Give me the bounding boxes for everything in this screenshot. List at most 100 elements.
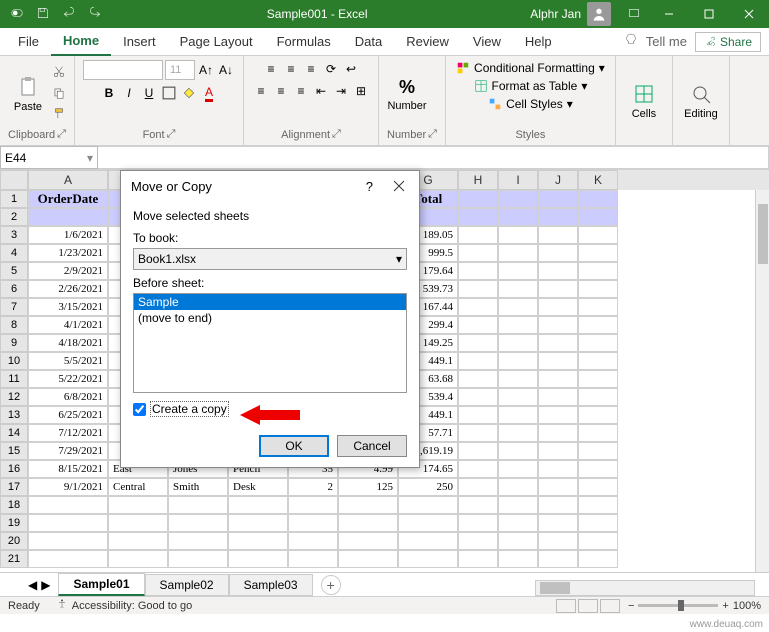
row-header[interactable]: 8 <box>0 316 28 334</box>
normal-view-icon[interactable] <box>556 599 576 613</box>
cell[interactable] <box>338 514 398 532</box>
cell[interactable] <box>538 334 578 352</box>
bold-icon[interactable]: B <box>100 84 118 102</box>
close-button[interactable] <box>729 0 769 28</box>
cell[interactable]: 6/25/2021 <box>28 406 108 424</box>
cell[interactable] <box>458 334 498 352</box>
cell[interactable] <box>458 316 498 334</box>
cell[interactable] <box>538 190 578 208</box>
cell[interactable] <box>578 532 618 550</box>
to-book-dropdown[interactable]: Book1.xlsx <box>133 248 407 270</box>
cell[interactable] <box>458 514 498 532</box>
cell[interactable]: 5/5/2021 <box>28 352 108 370</box>
cell[interactable] <box>538 460 578 478</box>
sheet-tab[interactable]: Sample02 <box>145 574 229 596</box>
cut-icon[interactable] <box>52 65 66 82</box>
cell[interactable] <box>538 532 578 550</box>
format-as-table-button[interactable]: Format as Table ▾ <box>474 78 588 94</box>
row-header[interactable]: 11 <box>0 370 28 388</box>
merge-center-icon[interactable]: ⊞ <box>352 82 370 100</box>
column-header[interactable]: H <box>458 170 498 190</box>
cell[interactable] <box>538 280 578 298</box>
decrease-indent-icon[interactable]: ⇤ <box>312 82 330 100</box>
cell-styles-button[interactable]: Cell Styles ▾ <box>488 96 573 112</box>
sheet-tab[interactable]: Sample03 <box>229 574 313 596</box>
row-header[interactable]: 21 <box>0 550 28 568</box>
formula-bar[interactable] <box>98 146 769 169</box>
dialog-close-button[interactable] <box>389 176 409 196</box>
cell[interactable]: 7/29/2021 <box>28 442 108 460</box>
undo-icon[interactable] <box>62 6 76 23</box>
cell[interactable]: 1/6/2021 <box>28 226 108 244</box>
cell[interactable] <box>578 244 618 262</box>
row-header[interactable]: 19 <box>0 514 28 532</box>
decrease-font-icon[interactable]: A↓ <box>217 61 235 79</box>
align-right-icon[interactable]: ≡ <box>292 82 310 100</box>
cell[interactable] <box>498 352 538 370</box>
cell[interactable] <box>338 496 398 514</box>
cell[interactable] <box>458 208 498 226</box>
cell[interactable] <box>578 262 618 280</box>
border-icon[interactable] <box>160 84 178 102</box>
row-header[interactable]: 15 <box>0 442 28 460</box>
cell[interactable] <box>578 208 618 226</box>
accessibility-status[interactable]: Accessibility: Good to go <box>72 600 192 612</box>
cell[interactable] <box>458 244 498 262</box>
wrap-text-icon[interactable]: ↩ <box>342 60 360 78</box>
maximize-button[interactable] <box>689 0 729 28</box>
cell[interactable] <box>168 532 228 550</box>
cell[interactable] <box>288 496 338 514</box>
cell[interactable] <box>538 370 578 388</box>
cell[interactable] <box>538 514 578 532</box>
cell[interactable] <box>538 262 578 280</box>
cell[interactable] <box>578 280 618 298</box>
cell[interactable] <box>538 226 578 244</box>
tab-help[interactable]: Help <box>513 28 564 56</box>
cell[interactable] <box>458 460 498 478</box>
cell[interactable] <box>498 550 538 568</box>
cell[interactable]: 7/12/2021 <box>28 424 108 442</box>
cell[interactable] <box>398 532 458 550</box>
cell[interactable] <box>578 370 618 388</box>
zoom-in-icon[interactable]: + <box>722 600 728 612</box>
minimize-button[interactable] <box>649 0 689 28</box>
cell[interactable] <box>578 442 618 460</box>
share-button[interactable]: Share <box>695 32 761 52</box>
conditional-formatting-button[interactable]: Conditional Formatting ▾ <box>456 60 605 76</box>
column-header[interactable]: K <box>578 170 618 190</box>
cell[interactable] <box>28 208 108 226</box>
cell[interactable] <box>458 496 498 514</box>
add-sheet-button[interactable]: + <box>321 575 341 595</box>
cell[interactable] <box>578 496 618 514</box>
align-middle-icon[interactable]: ≡ <box>282 60 300 78</box>
create-copy-label[interactable]: Create a copy <box>150 401 229 417</box>
row-header[interactable]: 2 <box>0 208 28 226</box>
cell[interactable] <box>458 298 498 316</box>
cell[interactable]: 1/23/2021 <box>28 244 108 262</box>
cell[interactable] <box>458 550 498 568</box>
font-color-icon[interactable]: A <box>200 84 218 102</box>
cell[interactable] <box>228 550 288 568</box>
cell[interactable]: 4/18/2021 <box>28 334 108 352</box>
cell[interactable] <box>578 352 618 370</box>
cell[interactable]: 4/1/2021 <box>28 316 108 334</box>
cell[interactable] <box>338 532 398 550</box>
cell[interactable]: OrderDate <box>28 190 108 208</box>
column-header[interactable]: A <box>28 170 108 190</box>
cell[interactable]: 6/8/2021 <box>28 388 108 406</box>
align-center-icon[interactable]: ≡ <box>272 82 290 100</box>
tab-view[interactable]: View <box>461 28 513 56</box>
increase-indent-icon[interactable]: ⇥ <box>332 82 350 100</box>
copy-icon[interactable] <box>52 86 66 103</box>
increase-font-icon[interactable]: A↑ <box>197 61 215 79</box>
save-icon[interactable] <box>36 6 50 23</box>
cell[interactable] <box>458 406 498 424</box>
cell[interactable] <box>458 532 498 550</box>
font-name-dropdown[interactable] <box>83 60 163 80</box>
row-header[interactable]: 9 <box>0 334 28 352</box>
cell[interactable]: 2/26/2021 <box>28 280 108 298</box>
cell[interactable] <box>288 514 338 532</box>
cell[interactable] <box>458 478 498 496</box>
cell[interactable]: Smith <box>168 478 228 496</box>
cell[interactable] <box>458 190 498 208</box>
